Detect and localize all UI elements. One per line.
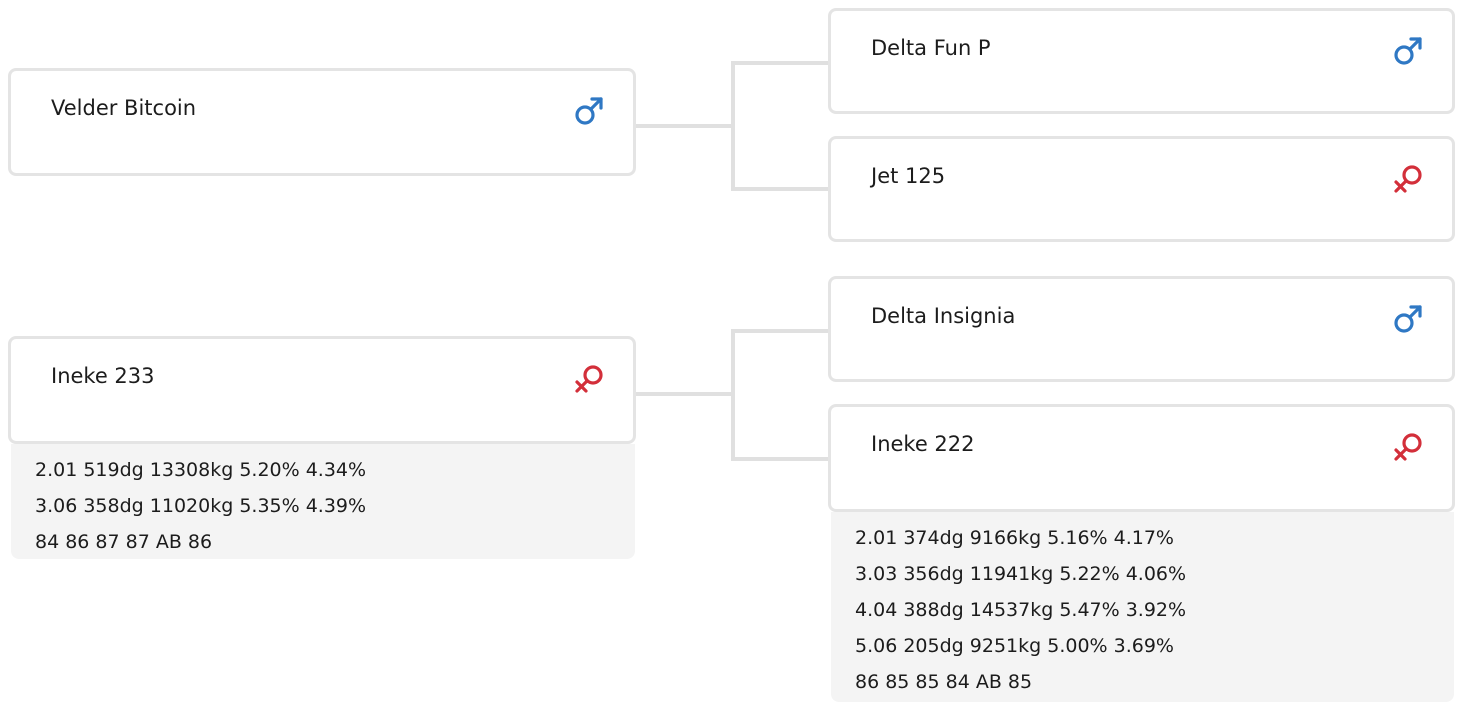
animal-name: Delta Insignia	[871, 304, 1016, 328]
connector-parent2-stub	[633, 392, 733, 396]
pedigree-card-sire[interactable]: Velder Bitcoin	[8, 68, 636, 176]
stats-line: 4.04 388dg 14537kg 5.47% 3.92%	[855, 599, 1187, 621]
stats-line: 5.06 205dg 9251kg 5.00% 3.69%	[855, 635, 1174, 657]
male-symbol-icon	[1390, 33, 1426, 69]
stats-line: 2.01 374dg 9166kg 5.16% 4.17%	[855, 527, 1174, 549]
pedigree-card-dam-dam[interactable]: Ineke 222	[828, 404, 1455, 512]
female-symbol-icon	[1390, 161, 1426, 197]
connector-parent1-vertical	[731, 61, 735, 191]
connector-parent1-stub	[633, 124, 733, 128]
connector-parent2-vertical	[731, 329, 735, 461]
stats-line: 2.01 519dg 13308kg 5.20% 4.34%	[35, 459, 367, 481]
pedigree-card-sire-sire[interactable]: Delta Fun P	[828, 8, 1455, 114]
pedigree-card-dam[interactable]: Ineke 233	[8, 336, 636, 444]
stats-line: 86 85 85 84 AB 85	[855, 671, 1033, 693]
pedigree-card-sire-dam[interactable]: Jet 125	[828, 136, 1455, 242]
animal-name: Ineke 222	[871, 432, 975, 456]
male-symbol-icon	[1390, 301, 1426, 337]
animal-name: Delta Fun P	[871, 36, 991, 60]
stats-line: 3.06 358dg 11020kg 5.35% 4.39%	[35, 495, 367, 517]
dam-production-stats: 2.01 519dg 13308kg 5.20% 4.34% 3.06 358d…	[11, 444, 635, 559]
animal-name: Jet 125	[871, 164, 946, 188]
male-symbol-icon	[571, 93, 607, 129]
stats-line: 84 86 87 87 AB 86	[35, 531, 213, 553]
female-symbol-icon	[1390, 429, 1426, 465]
connector-parent2-top	[731, 329, 831, 333]
animal-name: Velder Bitcoin	[51, 96, 197, 120]
connector-parent2-bottom	[731, 457, 831, 461]
stats-line: 3.03 356dg 11941kg 5.22% 4.06%	[855, 563, 1187, 585]
dam-dam-production-stats: 2.01 374dg 9166kg 5.16% 4.17% 3.03 356dg…	[831, 512, 1454, 702]
animal-name: Ineke 233	[51, 364, 155, 388]
connector-parent1-top	[731, 61, 831, 65]
female-symbol-icon	[571, 361, 607, 397]
connector-parent1-bottom	[731, 187, 831, 191]
pedigree-card-dam-sire[interactable]: Delta Insignia	[828, 276, 1455, 382]
